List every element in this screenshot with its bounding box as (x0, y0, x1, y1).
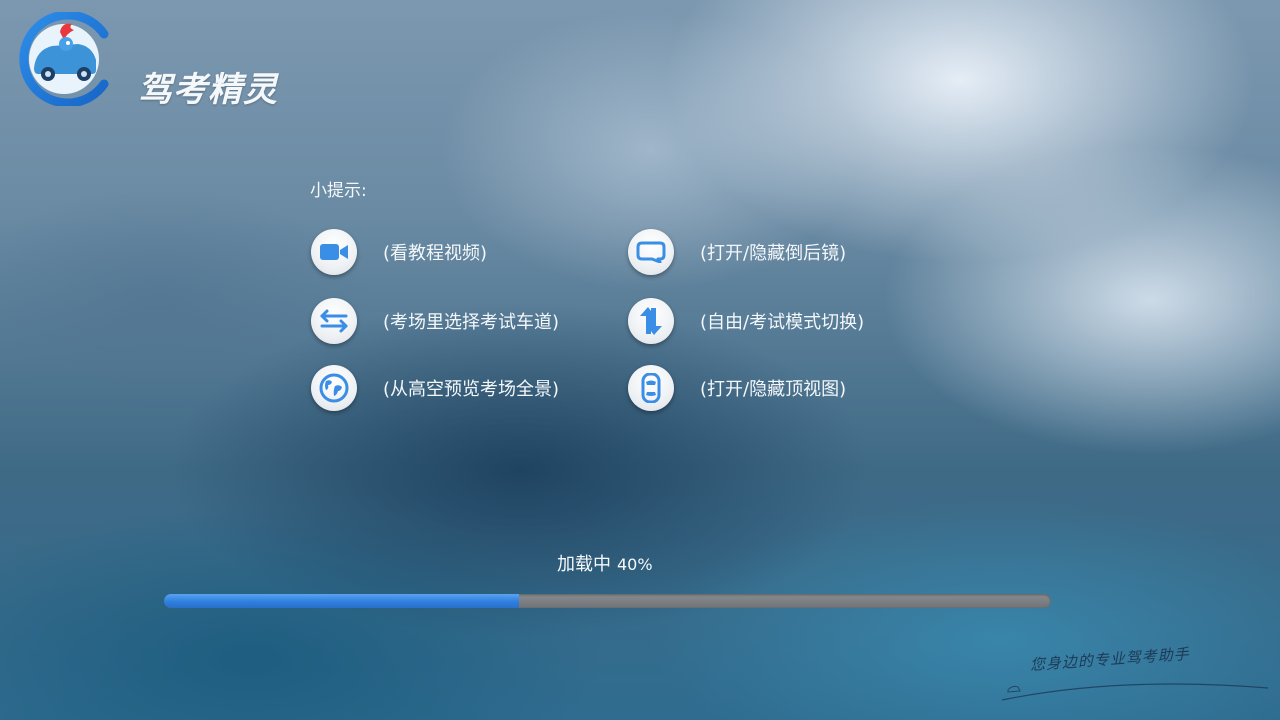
mode-switch-icon[interactable] (628, 298, 674, 344)
tip-toggle-top-view[interactable]: (打开/隐藏顶视图) (628, 364, 846, 412)
loading-status: 加载中 40% (557, 550, 653, 576)
tip-label: (自由/考试模式切换) (700, 312, 865, 333)
tip-label: (看教程视频) (383, 243, 488, 264)
tips-title: 小提示: (310, 181, 367, 201)
tip-select-lane[interactable]: (考场里选择考试车道) (311, 297, 559, 345)
loading-label: 加载中 (557, 554, 611, 575)
tip-label: (打开/隐藏顶视图) (700, 379, 847, 400)
tip-watch-tutorial[interactable]: (看教程视频) (311, 228, 487, 276)
video-camera-icon[interactable] (311, 229, 357, 275)
tip-switch-mode[interactable]: (自由/考试模式切换) (628, 297, 864, 345)
swap-lanes-icon[interactable] (311, 298, 357, 344)
tip-label: (从高空预览考场全景) (383, 379, 560, 400)
slogan-text: 您身边的专业驾考助手 (1029, 644, 1191, 674)
slogan-swoosh-decoration (1001, 683, 1269, 701)
car-top-view-icon[interactable] (628, 365, 674, 411)
globe-icon[interactable] (311, 365, 357, 411)
brand-name: 驾考精灵 (138, 70, 278, 110)
rearview-mirror-icon[interactable] (628, 229, 674, 275)
loading-progress-bar (164, 594, 1051, 608)
tip-label: (打开/隐藏倒后镜) (700, 243, 847, 264)
tip-label: (考场里选择考试车道) (383, 312, 560, 333)
tip-toggle-mirror[interactable]: (打开/隐藏倒后镜) (628, 228, 846, 276)
loading-percent: 40% (617, 555, 653, 574)
loading-progress-fill (164, 594, 519, 608)
tip-aerial-preview[interactable]: (从高空预览考场全景) (311, 364, 559, 412)
app-logo (16, 10, 112, 108)
